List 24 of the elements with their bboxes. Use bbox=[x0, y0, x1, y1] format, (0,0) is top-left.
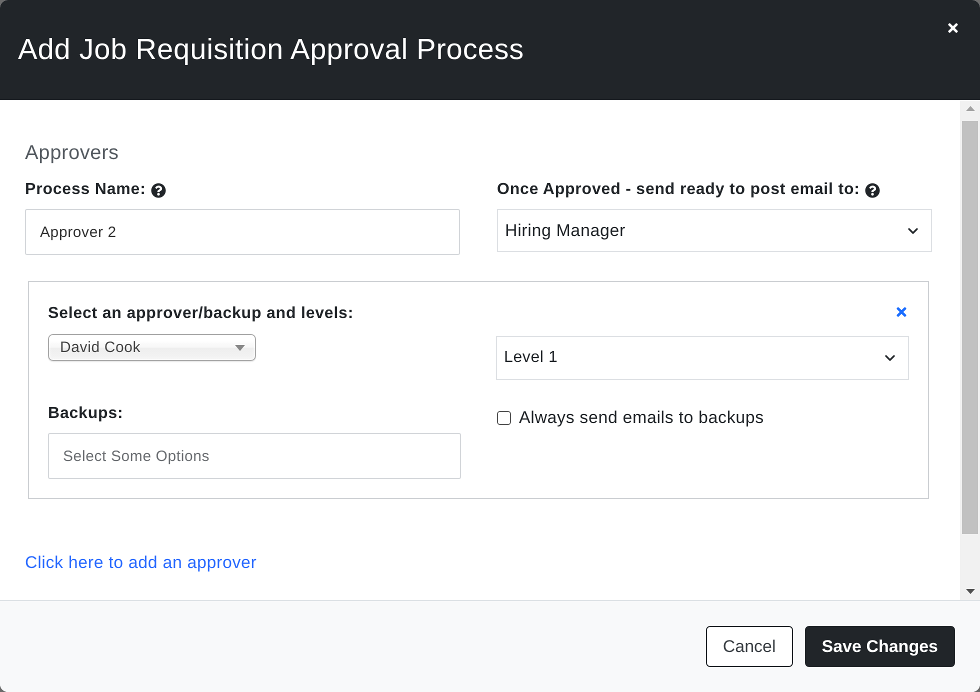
level-select[interactable]: Level 1 bbox=[496, 336, 909, 380]
caret-icon bbox=[235, 344, 245, 350]
cancel-button[interactable]: Cancel bbox=[706, 626, 793, 667]
scroll-down-icon[interactable] bbox=[966, 589, 974, 594]
section-heading: Approvers bbox=[25, 141, 120, 165]
dialog-title: Add Job Requisition Approval Process bbox=[18, 33, 524, 68]
field-label: Process Name: bbox=[25, 180, 146, 200]
backups-field[interactable]: Select Some Options bbox=[48, 433, 461, 479]
checkbox[interactable] bbox=[497, 411, 511, 425]
help-icon[interactable] bbox=[864, 182, 880, 198]
approver-select[interactable]: David Cook bbox=[48, 334, 256, 361]
save-button[interactable]: Save Changes bbox=[804, 626, 955, 667]
add-approver-link[interactable]: Click here to add an approver bbox=[25, 553, 257, 573]
remove-icon[interactable] bbox=[895, 305, 908, 319]
scrollbar-thumb[interactable] bbox=[962, 121, 978, 534]
field-label: Once Approved - send ready to post email to: bbox=[497, 180, 860, 200]
field-label: Backups: bbox=[48, 404, 124, 424]
help-icon[interactable] bbox=[150, 182, 166, 198]
field-label: Select an approver/backup and levels: bbox=[48, 304, 355, 324]
scrollbar-track[interactable] bbox=[960, 100, 980, 600]
close-icon[interactable] bbox=[946, 21, 960, 35]
email-recipient-select[interactable]: Hiring Manager bbox=[497, 209, 932, 252]
process-name-field[interactable]: Approver 2 bbox=[25, 209, 460, 255]
checkbox-label: Always send emails to backups bbox=[519, 408, 764, 428]
